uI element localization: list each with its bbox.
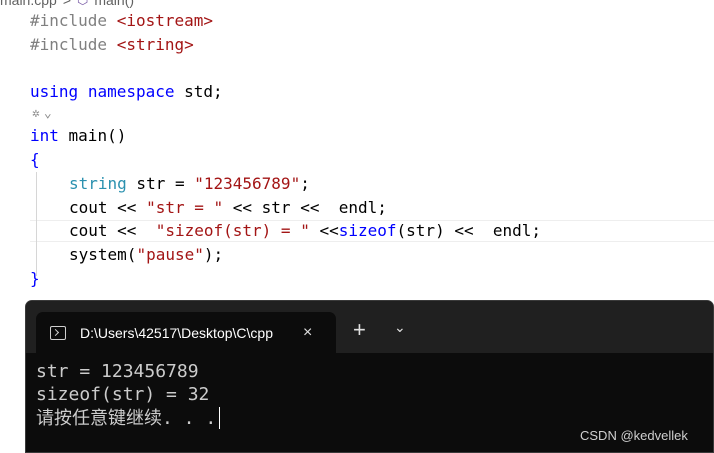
code-line-6[interactable]: int main() [30, 125, 126, 147]
breadcrumb-separator: > [62, 0, 71, 8]
code-line-1[interactable]: #include <iostream> [30, 10, 213, 32]
code-text: (str) << endl; [396, 221, 542, 240]
string-literal: "sizeof(str) = " [155, 221, 310, 240]
include-header: <iostream> [116, 11, 214, 30]
code-text: cout << [69, 198, 147, 217]
terminal-output-line: sizeof(str) = 32 [36, 384, 210, 405]
code-text: ); [203, 245, 224, 264]
code-line-4[interactable]: using namespace std; [30, 81, 223, 103]
code-line-9[interactable]: cout << "str = " << str << endl; [69, 197, 387, 219]
code-text: main() [58, 126, 127, 145]
keyword-sizeof: sizeof [338, 221, 397, 240]
code-editor[interactable]: main.cpp > ⬡ main() #include <iostream> … [0, 0, 714, 300]
code-text: << [309, 221, 339, 240]
include-header: <string> [116, 35, 194, 54]
string-literal: "str = " [146, 198, 224, 217]
terminal-output-line: str = 123456789 [36, 361, 199, 382]
terminal-icon [50, 325, 66, 340]
watermark: CSDN @kedvellek [580, 428, 688, 443]
breadcrumb[interactable]: main.cpp > ⬡ main() [0, 0, 134, 9]
code-line-2[interactable]: #include <string> [30, 34, 194, 56]
terminal-pause-prompt: 请按任意键继续. . . [36, 408, 217, 429]
open-brace: { [30, 150, 40, 169]
keyword-namespace: namespace [87, 82, 175, 101]
terminal-tab[interactable]: D:\Users\42517\Desktop\C\cpp × [36, 312, 336, 353]
close-icon[interactable]: × [303, 324, 312, 342]
code-text: std; [174, 82, 223, 101]
terminal-output-line: 请按任意键继续. . . [36, 407, 221, 430]
preprocessor-directive: #include [30, 11, 117, 30]
code-line-11[interactable]: system("pause"); [69, 244, 223, 266]
code-line-7[interactable]: { [30, 149, 40, 171]
code-line-10[interactable]: cout << "sizeof(str) = " <<sizeof(str) <… [69, 220, 541, 242]
breadcrumb-symbol[interactable]: main() [94, 0, 134, 8]
code-text: system( [69, 245, 137, 264]
terminal-tab-title: D:\Users\42517\Desktop\C\cpp [80, 324, 273, 341]
preprocessor-directive: #include [30, 35, 117, 54]
chevron-down-icon[interactable]: ⌄ [44, 106, 52, 121]
terminal-tab-bar: D:\Users\42517\Desktop\C\cpp × + ⌄ [26, 301, 713, 353]
code-text: cout << [69, 221, 156, 240]
code-text: << str << endl; [223, 198, 387, 217]
code-text: str = [126, 174, 195, 193]
string-literal: "pause" [136, 245, 204, 264]
keyword-int: int [30, 126, 59, 145]
chevron-down-icon[interactable]: ⌄ [394, 320, 406, 336]
string-literal: "123456789" [194, 174, 301, 193]
indent-guide [36, 172, 37, 276]
code-text: ; [300, 174, 310, 193]
new-tab-button[interactable]: + [353, 319, 366, 341]
keyword-using: using [30, 82, 79, 101]
codelens[interactable]: ✲ ⌄ [32, 106, 52, 121]
code-line-12[interactable]: } [30, 268, 40, 290]
cube-icon: ⬡ [77, 0, 88, 8]
close-brace: } [30, 269, 40, 288]
type-string: string [69, 174, 127, 193]
text-cursor [219, 407, 221, 429]
breadcrumb-file[interactable]: main.cpp [0, 0, 57, 8]
code-analysis-icon[interactable]: ✲ [32, 106, 40, 121]
code-line-8[interactable]: string str = "123456789"; [69, 173, 310, 195]
